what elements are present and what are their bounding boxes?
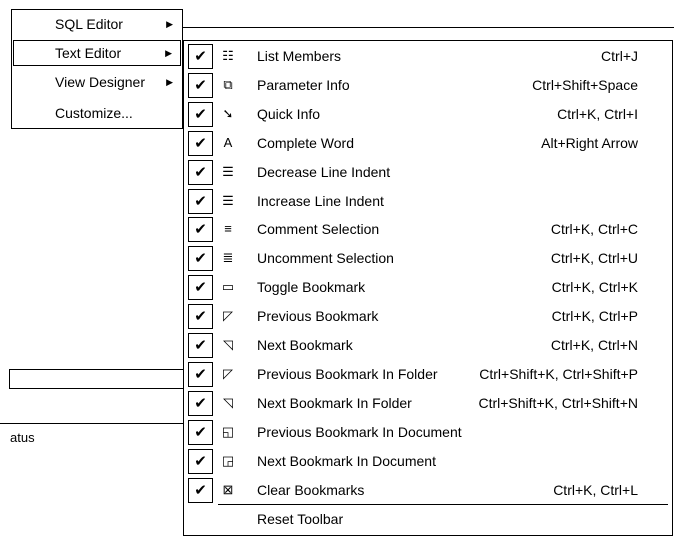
checkbox-checked-icon[interactable]: ✔ bbox=[188, 188, 213, 214]
checkbox-checked-icon[interactable]: ✔ bbox=[188, 304, 213, 330]
menu-item-previous-bookmark[interactable]: ✔ ◸ Previous Bookmark Ctrl+K, Ctrl+P bbox=[184, 302, 672, 331]
background-input-field[interactable] bbox=[9, 369, 185, 389]
parameter-info-icon: ⧉ bbox=[223, 76, 233, 92]
quick-info-icon: ➘ bbox=[222, 105, 234, 121]
next-bookmark-document-icon: ◲ bbox=[221, 452, 235, 468]
menu-item-label: Comment Selection bbox=[257, 221, 380, 238]
reset-toolbar-menu-item[interactable]: Reset Toolbar bbox=[184, 505, 672, 534]
background-grid-line bbox=[0, 423, 183, 424]
decrease-indent-icon: ☰ bbox=[222, 163, 234, 179]
checkbox-checked-icon[interactable]: ✔ bbox=[188, 361, 213, 387]
menu-item-label: Previous Bookmark bbox=[257, 308, 379, 325]
menu-item-next-bookmark[interactable]: ✔ ◹ Next Bookmark Ctrl+K, Ctrl+N bbox=[184, 331, 672, 360]
increase-indent-icon: ☰ bbox=[222, 192, 234, 208]
checkbox-checked-icon[interactable]: ✔ bbox=[188, 217, 213, 243]
menu-item-shortcut: Ctrl+J bbox=[601, 48, 638, 64]
menu-item-label: Previous Bookmark In Document bbox=[257, 423, 462, 440]
menu-item-customize[interactable]: Customize... bbox=[13, 100, 181, 126]
toolbars-menu: SQL Editor ▶ Text Editor ▶ View Designer… bbox=[11, 9, 183, 129]
checkbox-checked-icon[interactable]: ✔ bbox=[188, 275, 213, 301]
menu-item-uncomment-selection[interactable]: ✔ ≣ Uncomment Selection Ctrl+K, Ctrl+U bbox=[184, 244, 672, 273]
menu-item-shortcut: Ctrl+Shift+K, Ctrl+Shift+N bbox=[478, 394, 638, 411]
menu-item-shortcut: Ctrl+K, Ctrl+I bbox=[557, 105, 638, 122]
menu-item-shortcut: Ctrl+K, Ctrl+K bbox=[551, 279, 638, 296]
next-bookmark-folder-icon: ◹ bbox=[223, 394, 233, 410]
checkbox-checked-icon[interactable]: ✔ bbox=[188, 419, 213, 445]
complete-word-icon: A bbox=[223, 134, 233, 150]
menu-item-label: SQL Editor bbox=[55, 16, 123, 32]
menu-item-shortcut: Ctrl+K, Ctrl+U bbox=[550, 250, 638, 267]
menu-item-shortcut: Ctrl+Shift+K, Ctrl+Shift+P bbox=[479, 365, 638, 382]
menu-item-label: Next Bookmark In Document bbox=[257, 452, 436, 469]
menu-item-label: View Designer bbox=[55, 74, 146, 90]
previous-bookmark-folder-icon: ◸ bbox=[223, 365, 233, 381]
checkbox-checked-icon[interactable]: ✔ bbox=[188, 44, 213, 69]
background-toolbar-divider bbox=[183, 27, 674, 28]
menu-item-previous-bookmark-in-folder[interactable]: ✔ ◸ Previous Bookmark In Folder Ctrl+Shift+… bbox=[184, 360, 672, 389]
menu-item-view-designer[interactable]: View Designer ▶ bbox=[13, 69, 181, 95]
menu-item-increase-line-indent[interactable]: ✔ ☰ Increase Line Indent bbox=[184, 187, 672, 216]
submenu-arrow-icon: ▶ bbox=[165, 48, 172, 58]
submenu-arrow-icon: ▶ bbox=[166, 77, 173, 87]
reset-toolbar-label: Reset Toolbar bbox=[257, 511, 344, 527]
menu-item-next-bookmark-in-folder[interactable]: ✔ ◹ Next Bookmark In Folder Ctrl+Shift+K, C… bbox=[184, 389, 672, 418]
menu-item-complete-word[interactable]: ✔ A Complete Word Alt+Right Arrow bbox=[184, 129, 672, 158]
submenu-arrow-icon: ▶ bbox=[166, 19, 173, 29]
menu-item-label: List Members bbox=[257, 48, 342, 64]
menu-item-sql-editor[interactable]: SQL Editor ▶ bbox=[13, 11, 181, 37]
checkbox-checked-icon[interactable]: ✔ bbox=[188, 101, 213, 127]
next-bookmark-icon: ◹ bbox=[223, 337, 233, 352]
menu-item-shortcut: Ctrl+Shift+Space bbox=[532, 76, 638, 93]
menu-item-shortcut: Alt+Right Arrow bbox=[541, 134, 638, 151]
menu-item-shortcut: Ctrl+K, Ctrl+N bbox=[550, 337, 638, 353]
toggle-bookmark-icon: ▭ bbox=[221, 279, 235, 295]
comment-selection-icon: ≡ bbox=[224, 221, 232, 237]
menu-item-label: Increase Line Indent bbox=[257, 192, 384, 209]
previous-bookmark-icon: ◸ bbox=[223, 308, 233, 324]
menu-item-list-members[interactable]: ✔ ☷ List Members Ctrl+J bbox=[184, 42, 672, 71]
text-editor-submenu: ✔ ☷ List Members Ctrl+J ✔ ⧉ Parameter Info Ctrl… bbox=[183, 40, 673, 536]
menu-item-text-editor[interactable]: Text Editor ▶ bbox=[13, 40, 181, 66]
menu-item-shortcut: Ctrl+K, Ctrl+L bbox=[553, 481, 638, 498]
list-members-icon: ☷ bbox=[222, 48, 234, 63]
menu-item-decrease-line-indent[interactable]: ✔ ☰ Decrease Line Indent bbox=[184, 158, 672, 187]
menu-item-label: Previous Bookmark In Folder bbox=[257, 365, 438, 382]
menu-item-parameter-info[interactable]: ✔ ⧉ Parameter Info Ctrl+Shift+Space bbox=[184, 71, 672, 100]
menu-item-label: Parameter Info bbox=[257, 76, 350, 93]
checkbox-checked-icon[interactable]: ✔ bbox=[188, 477, 213, 503]
menu-item-label: Customize... bbox=[55, 105, 133, 121]
menu-item-next-bookmark-in-document[interactable]: ✔ ◲ Next Bookmark In Document bbox=[184, 447, 672, 476]
menu-item-label: Next Bookmark bbox=[257, 337, 353, 353]
previous-bookmark-document-icon: ◱ bbox=[221, 423, 235, 439]
checkbox-checked-icon[interactable]: ✔ bbox=[188, 390, 213, 416]
checkbox-checked-icon[interactable]: ✔ bbox=[188, 159, 213, 185]
menu-item-label: Decrease Line Indent bbox=[257, 163, 391, 180]
menu-item-label: Complete Word bbox=[257, 134, 355, 151]
menu-item-quick-info[interactable]: ✔ ➘ Quick Info Ctrl+K, Ctrl+I bbox=[184, 100, 672, 129]
checkbox-checked-icon[interactable]: ✔ bbox=[188, 246, 213, 272]
checkbox-checked-icon[interactable]: ✔ bbox=[188, 72, 213, 98]
menu-item-shortcut: Ctrl+K, Ctrl+C bbox=[550, 221, 638, 238]
uncomment-selection-icon: ≣ bbox=[222, 250, 234, 266]
menu-item-label: Clear Bookmarks bbox=[257, 481, 365, 498]
menu-item-shortcut: Ctrl+K, Ctrl+P bbox=[551, 308, 638, 325]
clear-bookmarks-icon: ⊠ bbox=[222, 481, 234, 497]
menu-item-label: Next Bookmark In Folder bbox=[257, 394, 412, 411]
checkbox-checked-icon[interactable]: ✔ bbox=[188, 333, 213, 358]
checkbox-checked-icon[interactable]: ✔ bbox=[188, 448, 213, 474]
menu-item-label: Uncomment Selection bbox=[257, 250, 394, 267]
menu-item-label: Quick Info bbox=[257, 105, 321, 122]
background-status-label: atus bbox=[10, 430, 35, 445]
menu-item-label: Text Editor bbox=[55, 45, 122, 61]
menu-item-previous-bookmark-in-document[interactable]: ✔ ◱ Previous Bookmark In Document bbox=[184, 418, 672, 447]
menu-item-clear-bookmarks[interactable]: ✔ ⊠ Clear Bookmarks Ctrl+K, Ctrl+L bbox=[184, 476, 672, 505]
menu-item-toggle-bookmark[interactable]: ✔ ▭ Toggle Bookmark Ctrl+K, Ctrl+K bbox=[184, 273, 672, 302]
checkbox-checked-icon[interactable]: ✔ bbox=[188, 130, 213, 156]
menu-item-label: Toggle Bookmark bbox=[257, 279, 366, 296]
menu-item-comment-selection[interactable]: ✔ ≡ Comment Selection Ctrl+K, Ctrl+C bbox=[184, 215, 672, 244]
